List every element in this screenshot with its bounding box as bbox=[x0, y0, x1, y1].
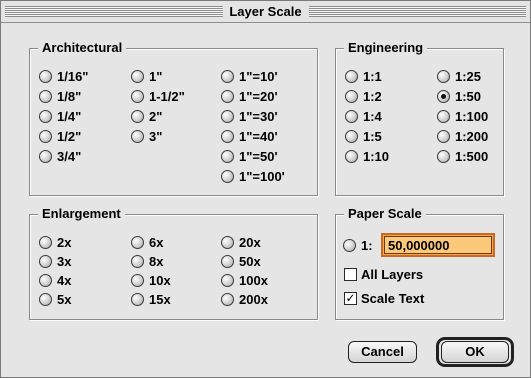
radio-button-icon bbox=[39, 129, 52, 143]
radio-arch-1-16[interactable]: 1/16" bbox=[39, 67, 88, 85]
radio-eng-1-5[interactable]: 1:5 bbox=[345, 127, 382, 145]
radio-enl-3x[interactable]: 3x bbox=[39, 252, 71, 270]
radio-button-icon bbox=[39, 254, 52, 268]
radio-button-icon bbox=[131, 235, 144, 249]
radio-button-icon bbox=[343, 238, 356, 252]
radio-arch-1-4[interactable]: 1/4" bbox=[39, 107, 81, 125]
radio-button-icon bbox=[345, 129, 358, 143]
dialog-title: Layer Scale bbox=[222, 3, 309, 20]
radio-eng-1-4[interactable]: 1:4 bbox=[345, 107, 382, 125]
checkbox-unchecked-icon bbox=[344, 267, 357, 281]
radio-enl-10x[interactable]: 10x bbox=[131, 271, 171, 289]
radio-button-icon bbox=[221, 129, 234, 143]
radio-arch-1in-100ft[interactable]: 1"=100' bbox=[221, 167, 285, 185]
radio-button-icon bbox=[345, 109, 358, 123]
radio-button-icon bbox=[221, 292, 234, 306]
radio-button-icon bbox=[221, 169, 234, 183]
cancel-button[interactable]: Cancel bbox=[348, 341, 417, 363]
ok-button[interactable]: OK bbox=[441, 341, 509, 363]
radio-button-icon bbox=[131, 292, 144, 306]
radio-eng-1-100[interactable]: 1:100 bbox=[437, 107, 488, 125]
radio-arch-1in-10ft[interactable]: 1"=10' bbox=[221, 67, 278, 85]
architectural-group-title: Architectural bbox=[38, 40, 127, 56]
radio-button-icon bbox=[221, 89, 234, 103]
checkbox-checked-icon: ✓ bbox=[344, 290, 357, 305]
radio-arch-3-4[interactable]: 3/4" bbox=[39, 147, 81, 165]
radio-button-icon bbox=[345, 89, 358, 103]
engineering-group-title: Engineering bbox=[344, 40, 428, 56]
radio-eng-1-200[interactable]: 1:200 bbox=[437, 127, 488, 145]
enlargement-group-title: Enlargement bbox=[38, 206, 125, 222]
paper-scale-value-text[interactable]: 50,000000 bbox=[384, 236, 492, 254]
title-bar[interactable]: Layer Scale bbox=[1, 1, 530, 23]
radio-eng-1-2[interactable]: 1:2 bbox=[345, 87, 382, 105]
radio-enl-15x[interactable]: 15x bbox=[131, 290, 171, 308]
radio-arch-1in-20ft[interactable]: 1"=20' bbox=[221, 87, 278, 105]
radio-arch-1-1-2in[interactable]: 1-1/2" bbox=[131, 87, 185, 105]
radio-button-icon bbox=[221, 149, 234, 163]
radio-button-icon bbox=[221, 235, 234, 249]
radio-eng-1-1[interactable]: 1:1 bbox=[345, 67, 382, 85]
radio-paper-scale-custom[interactable]: 1: bbox=[343, 236, 373, 254]
radio-enl-50x[interactable]: 50x bbox=[221, 252, 261, 270]
radio-button-icon bbox=[131, 109, 144, 123]
radio-button-icon bbox=[39, 89, 52, 103]
radio-enl-200x[interactable]: 200x bbox=[221, 290, 268, 308]
radio-button-icon bbox=[221, 273, 234, 287]
radio-enl-20x[interactable]: 20x bbox=[221, 233, 261, 251]
radio-button-icon bbox=[221, 109, 234, 123]
radio-button-selected-icon bbox=[437, 89, 450, 103]
radio-arch-1in[interactable]: 1" bbox=[131, 67, 162, 85]
radio-eng-1-50[interactable]: 1:50 bbox=[437, 87, 481, 105]
radio-button-icon bbox=[39, 109, 52, 123]
radio-button-icon bbox=[437, 69, 450, 83]
radio-arch-1in-50ft[interactable]: 1"=50' bbox=[221, 147, 278, 165]
radio-button-icon bbox=[131, 273, 144, 287]
radio-enl-100x[interactable]: 100x bbox=[221, 271, 268, 289]
paper-scale-value-field[interactable]: 50,000000 bbox=[381, 233, 495, 257]
radio-arch-2in[interactable]: 2" bbox=[131, 107, 162, 125]
radio-button-icon bbox=[39, 69, 52, 83]
radio-button-icon bbox=[437, 149, 450, 163]
paper-scale-group-title: Paper Scale bbox=[344, 206, 426, 222]
radio-eng-1-25[interactable]: 1:25 bbox=[437, 67, 481, 85]
radio-arch-1in-40ft[interactable]: 1"=40' bbox=[221, 127, 278, 145]
radio-eng-1-10[interactable]: 1:10 bbox=[345, 147, 389, 165]
radio-button-icon bbox=[39, 235, 52, 249]
radio-arch-1-8[interactable]: 1/8" bbox=[39, 87, 81, 105]
radio-enl-4x[interactable]: 4x bbox=[39, 271, 71, 289]
radio-button-icon bbox=[39, 292, 52, 306]
radio-button-icon bbox=[131, 129, 144, 143]
radio-button-icon bbox=[345, 69, 358, 83]
radio-button-icon bbox=[437, 129, 450, 143]
layer-scale-dialog: Layer Scale Architectural 1/16" 1/8" 1/4… bbox=[0, 0, 531, 378]
radio-enl-5x[interactable]: 5x bbox=[39, 290, 71, 308]
scale-text-checkbox[interactable]: ✓ Scale Text bbox=[344, 289, 424, 307]
radio-button-icon bbox=[131, 89, 144, 103]
radio-button-icon bbox=[345, 149, 358, 163]
radio-button-icon bbox=[131, 69, 144, 83]
radio-arch-1in-30ft[interactable]: 1"=30' bbox=[221, 107, 278, 125]
radio-button-icon bbox=[131, 254, 144, 268]
radio-enl-2x[interactable]: 2x bbox=[39, 233, 71, 251]
radio-button-icon bbox=[39, 273, 52, 287]
all-layers-checkbox[interactable]: All Layers bbox=[344, 265, 423, 283]
radio-enl-6x[interactable]: 6x bbox=[131, 233, 163, 251]
radio-button-icon bbox=[39, 149, 52, 163]
radio-eng-1-500[interactable]: 1:500 bbox=[437, 147, 488, 165]
enlargement-group: Enlargement bbox=[29, 206, 318, 320]
radio-button-icon bbox=[221, 254, 234, 268]
radio-button-icon bbox=[221, 69, 234, 83]
radio-arch-1-2[interactable]: 1/2" bbox=[39, 127, 81, 145]
radio-button-icon bbox=[437, 109, 450, 123]
radio-enl-8x[interactable]: 8x bbox=[131, 252, 163, 270]
radio-arch-3in[interactable]: 3" bbox=[131, 127, 162, 145]
